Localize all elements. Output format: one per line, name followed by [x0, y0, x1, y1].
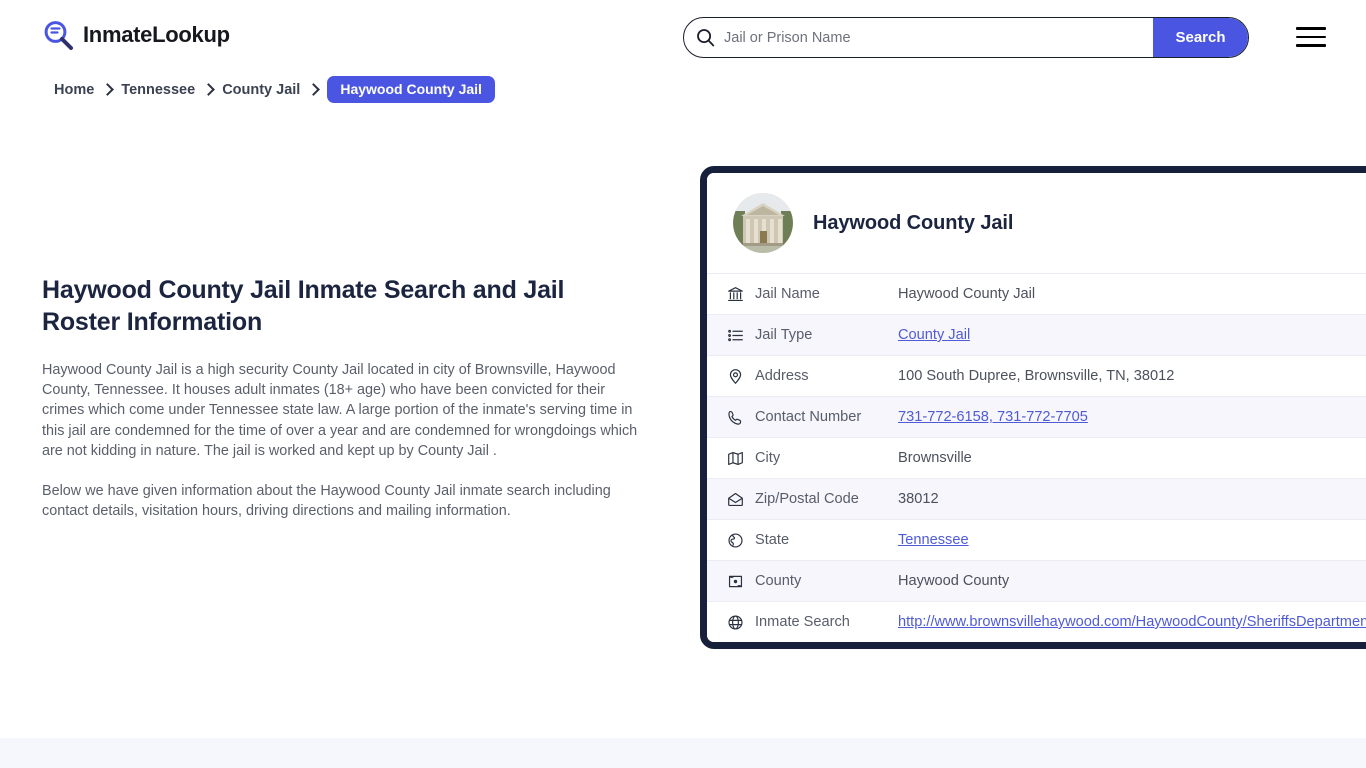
county-badge-icon: [727, 573, 755, 590]
state-link[interactable]: Tennessee: [898, 532, 969, 548]
row-label: County: [755, 573, 802, 589]
courthouse-photo: [733, 193, 793, 253]
table-row: State Tennessee: [707, 519, 1366, 560]
row-label: City: [755, 450, 781, 466]
row-value: Haywood County: [898, 573, 1010, 589]
page-title: Haywood County Jail Inmate Search and Ja…: [42, 276, 565, 336]
table-row: Contact Number 731-772-6158, 731-772-770…: [707, 396, 1366, 437]
row-label: Contact Number: [755, 409, 862, 425]
table-row: City Brownsville: [707, 437, 1366, 478]
row-value: Tennessee: [898, 532, 969, 548]
row-value: 100 South Dupree, Brownsville, TN, 38012: [898, 368, 1175, 384]
breadcrumb: Home Tennessee County Jail Haywood Count…: [54, 76, 495, 103]
contact-number-link[interactable]: 731-772-6158, 731-772-7705: [898, 409, 1088, 425]
row-value: 38012: [898, 491, 939, 507]
search-bar[interactable]: Search: [683, 17, 1249, 58]
card-header: Haywood County Jail: [707, 173, 1366, 273]
article-column: Haywood County Jail Inmate Search and Ja…: [42, 274, 642, 521]
phone-icon: [727, 409, 755, 426]
inmate-search-link[interactable]: http://www.brownsvillehaywood.com/Haywoo…: [898, 614, 1366, 630]
row-value: http://www.brownsvillehaywood.com/Haywoo…: [898, 614, 1366, 630]
row-value: Brownsville: [898, 450, 972, 466]
globe-icon: [727, 614, 755, 631]
card-title: Haywood County Jail: [813, 211, 1014, 234]
hamburger-bar: [1296, 44, 1326, 47]
site-header: InmateLookup Search: [0, 0, 1366, 74]
jail-info-card: Haywood County Jail Jail Name Haywood Co…: [700, 166, 1366, 649]
intro-paragraph: Haywood County Jail is a high security C…: [42, 362, 638, 459]
hamburger-menu-icon[interactable]: [1296, 24, 1328, 50]
globe-americas-icon: [727, 532, 755, 549]
row-label: Jail Name: [755, 286, 820, 302]
chevron-right-icon: [101, 83, 115, 96]
breadcrumb-item-county-jail[interactable]: County Jail: [222, 82, 300, 98]
row-label: Jail Type: [755, 327, 813, 343]
magnifier-logo-icon: [42, 19, 74, 51]
table-row: Jail Type County Jail: [707, 314, 1366, 355]
jail-type-link[interactable]: County Jail: [898, 327, 970, 343]
row-label: Zip/Postal Code: [755, 491, 859, 507]
map-pin-icon: [727, 368, 755, 385]
breadcrumb-current: Haywood County Jail: [327, 76, 495, 103]
row-label: Inmate Search: [755, 614, 850, 630]
bank-icon: [727, 286, 755, 303]
row-value: Haywood County Jail: [898, 286, 1036, 302]
hamburger-bar: [1296, 35, 1326, 39]
table-row: Inmate Search http://www.brownsvillehayw…: [707, 601, 1366, 642]
search-input[interactable]: [720, 18, 1153, 57]
map-icon: [727, 450, 755, 467]
hamburger-bar: [1296, 27, 1326, 30]
chevron-right-icon: [307, 83, 321, 96]
footer-band: [0, 738, 1366, 768]
brand-logo-link[interactable]: InmateLookup: [42, 19, 230, 51]
table-row: County Haywood County: [707, 560, 1366, 601]
search-button[interactable]: Search: [1153, 18, 1248, 57]
table-row: Zip/Postal Code 38012: [707, 478, 1366, 519]
search-icon: [684, 18, 720, 57]
secondary-paragraph: Below we have given information about th…: [42, 483, 611, 520]
table-row: Jail Name Haywood County Jail: [707, 273, 1366, 314]
row-value: 731-772-6158, 731-772-7705: [898, 409, 1088, 425]
breadcrumb-item-tennessee[interactable]: Tennessee: [121, 82, 195, 98]
table-row: Address 100 South Dupree, Brownsville, T…: [707, 355, 1366, 396]
list-icon: [727, 327, 755, 344]
row-value: County Jail: [898, 327, 970, 343]
row-label: Address: [755, 368, 809, 384]
envelope-icon: [727, 491, 755, 508]
brand-name: InmateLookup: [83, 22, 230, 47]
chevron-right-icon: [202, 83, 216, 96]
breadcrumb-item-home[interactable]: Home: [54, 82, 94, 98]
page-root: InmateLookup Search Home Tennessee Count…: [0, 0, 1366, 768]
row-label: State: [755, 532, 790, 548]
